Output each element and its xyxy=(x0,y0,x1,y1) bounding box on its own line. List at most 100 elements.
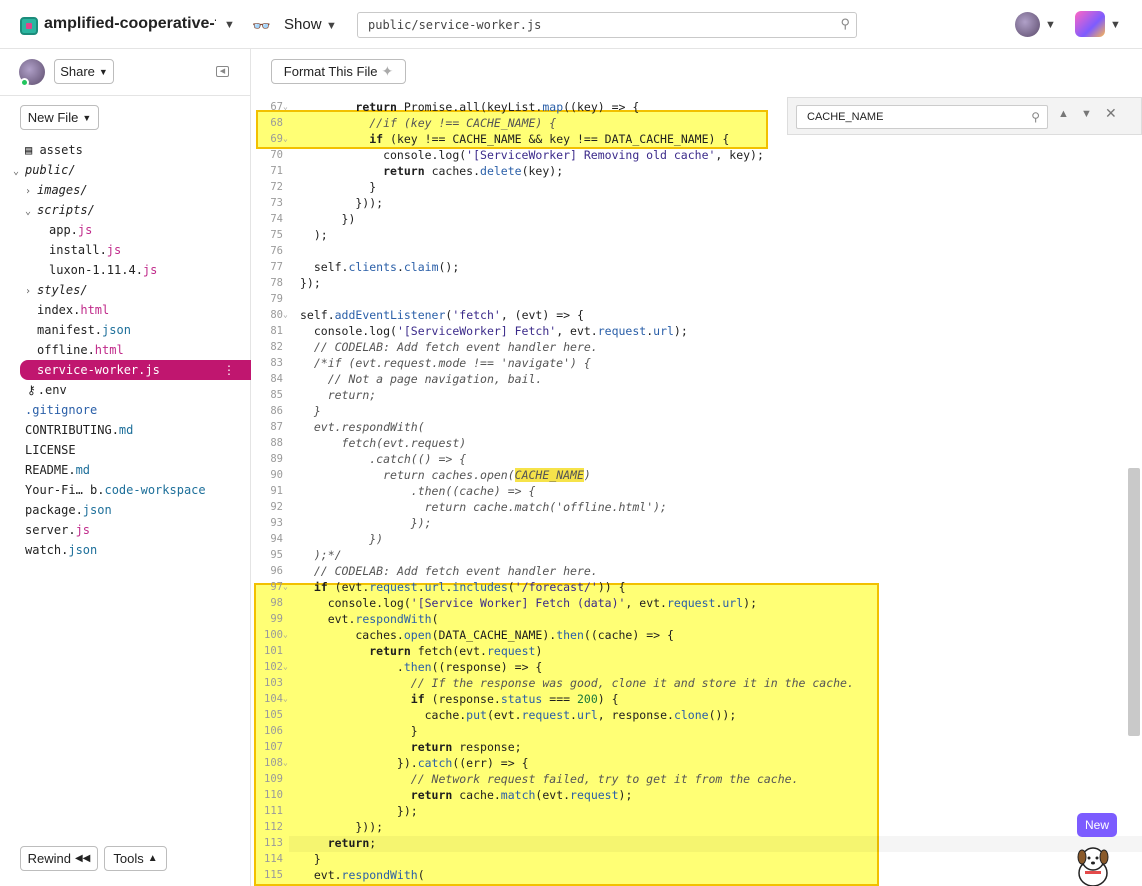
file-tree-item[interactable]: Your-Fi… b.code-workspace xyxy=(25,480,206,500)
glitch-logo-icon[interactable] xyxy=(1075,11,1105,37)
file-tree-item[interactable]: LICENSE xyxy=(25,440,76,460)
code-line[interactable]: 91 .then((cache) => { xyxy=(251,483,1142,499)
code-line[interactable]: 77 self.clients.claim(); xyxy=(251,259,1142,275)
search-icon[interactable]: ⚲ xyxy=(1031,110,1040,124)
code-line[interactable]: 87 evt.respondWith( xyxy=(251,419,1142,435)
code-line[interactable]: 114 } xyxy=(251,851,1142,867)
code-line[interactable]: 86 } xyxy=(251,403,1142,419)
previous-match-icon[interactable]: ▲ xyxy=(1058,108,1069,120)
code-line[interactable]: 111 }); xyxy=(251,803,1142,819)
chevron-down-icon[interactable]: ▼ xyxy=(326,20,337,32)
close-icon[interactable]: ✕ xyxy=(1105,105,1117,122)
code-line[interactable]: 99 evt.respondWith( xyxy=(251,611,1142,627)
chevron-right-icon[interactable]: › xyxy=(25,282,37,302)
file-tree-item[interactable]: install.js xyxy=(49,240,121,260)
fold-chevron-icon[interactable]: ⌄ xyxy=(283,99,288,115)
code-line[interactable]: 71 return caches.delete(key); xyxy=(251,163,1142,179)
show-button-label[interactable]: Show xyxy=(284,16,322,33)
chevron-down-icon[interactable]: ⌄ xyxy=(13,162,25,182)
file-tree-item[interactable]: manifest.json xyxy=(37,320,131,340)
file-tree-item[interactable]: service-worker.js ⋮ xyxy=(20,360,251,380)
project-logo-icon[interactable] xyxy=(20,17,38,35)
code-line[interactable]: 109 // Network request failed, try to ge… xyxy=(251,771,1142,787)
code-line[interactable]: 98 console.log('[Service Worker] Fetch (… xyxy=(251,595,1142,611)
code-line[interactable]: 89 .catch(() => { xyxy=(251,451,1142,467)
find-input[interactable]: CACHE_NAME ⚲ xyxy=(796,105,1048,129)
tools-button[interactable]: Tools ▲ xyxy=(104,846,167,871)
file-tree-item[interactable]: ▤ assets xyxy=(25,140,83,160)
user-avatar[interactable] xyxy=(1015,12,1040,37)
code-line[interactable]: 106 } xyxy=(251,723,1142,739)
code-line[interactable]: 113 return; xyxy=(251,835,1142,851)
fold-chevron-icon[interactable]: ⌄ xyxy=(283,627,288,643)
code-line[interactable]: 84 // Not a page navigation, bail. xyxy=(251,371,1142,387)
new-badge[interactable]: New xyxy=(1077,813,1117,837)
code-line[interactable]: 110 return cache.match(evt.request); xyxy=(251,787,1142,803)
code-line[interactable]: 108 ⌄ }).catch((err) => { xyxy=(251,755,1142,771)
code-line[interactable]: 90 return caches.open(CACHE_NAME) xyxy=(251,467,1142,483)
share-button[interactable]: Share ▼ xyxy=(54,59,114,84)
file-tree-item[interactable]: offline.html xyxy=(37,340,124,360)
code-line[interactable]: 107 return response; xyxy=(251,739,1142,755)
file-tree-item[interactable]: CONTRIBUTING.md xyxy=(25,420,133,440)
file-tree-item[interactable]: ⌄ scripts/ xyxy=(25,200,95,220)
url-text[interactable]: public/service-worker.js xyxy=(368,18,541,32)
chevron-down-icon[interactable]: ▼ xyxy=(1045,19,1056,31)
code-line[interactable]: 78}); xyxy=(251,275,1142,291)
code-line[interactable]: 88 fetch(evt.request) xyxy=(251,435,1142,451)
file-tree-item[interactable]: luxon-1.11.4.js xyxy=(49,260,157,280)
code-line[interactable]: 101 return fetch(evt.request) xyxy=(251,643,1142,659)
file-tree-item[interactable]: README.md xyxy=(25,460,90,480)
chevron-down-icon[interactable]: ▼ xyxy=(224,19,235,31)
more-options-icon[interactable]: ⋮ xyxy=(223,360,235,380)
fold-chevron-icon[interactable]: ⌄ xyxy=(283,755,288,771)
chevron-right-icon[interactable]: › xyxy=(25,182,37,202)
file-tree-item[interactable]: .gitignore xyxy=(25,400,97,420)
code-line[interactable]: 75 ); xyxy=(251,227,1142,243)
code-line[interactable]: 97 ⌄ if (evt.request.url.includes('/forec… xyxy=(251,579,1142,595)
url-bar[interactable]: public/service-worker.js ⚲ xyxy=(357,12,857,38)
file-tree-item[interactable]: app.js xyxy=(49,220,92,240)
code-line[interactable]: 74 }) xyxy=(251,211,1142,227)
code-line[interactable]: 80 ⌄ self.addEventListener('fetch', (evt) … xyxy=(251,307,1142,323)
chevron-down-icon[interactable]: ▼ xyxy=(1110,19,1121,31)
fold-chevron-icon[interactable]: ⌄ xyxy=(283,579,288,595)
code-line[interactable]: 103 // If the response was good, clone i… xyxy=(251,675,1142,691)
file-tree-item[interactable]: index.html xyxy=(37,300,109,320)
code-editor[interactable]: Format This File ✦ 67 ⌄ return Promise.al… xyxy=(251,49,1142,886)
code-line[interactable]: 93 }); xyxy=(251,515,1142,531)
fold-chevron-icon[interactable]: ⌄ xyxy=(283,691,288,707)
code-line[interactable]: 82 // CODELAB: Add fetch event handler h… xyxy=(251,339,1142,355)
fold-chevron-icon[interactable]: ⌄ xyxy=(283,307,288,323)
code-line[interactable]: 79 xyxy=(251,291,1142,307)
dog-mascot-icon[interactable] xyxy=(1073,843,1113,886)
format-file-button[interactable]: Format This File ✦ xyxy=(271,59,406,84)
code-line[interactable]: 81 console.log('[ServiceWorker] Fetch', … xyxy=(251,323,1142,339)
file-tree-item[interactable]: watch.json xyxy=(25,540,97,560)
search-icon[interactable]: ⚲ xyxy=(840,16,850,32)
code-line[interactable]: 83 /*if (evt.request.mode !== 'navigate'… xyxy=(251,355,1142,371)
file-tree-item[interactable]: ⚷ .env xyxy=(27,380,67,400)
file-tree-item[interactable]: › styles/ xyxy=(25,280,88,300)
fold-chevron-icon[interactable]: ⌄ xyxy=(283,659,288,675)
code-line[interactable]: 72 } xyxy=(251,179,1142,195)
fold-chevron-icon[interactable]: ⌄ xyxy=(283,131,288,147)
code-line[interactable]: 100 ⌄ caches.open(DATA_CACHE_NAME).then((… xyxy=(251,627,1142,643)
collapse-sidebar-icon[interactable]: ◀ xyxy=(216,66,229,77)
code-line[interactable]: 105 cache.put(evt.request.url, response.… xyxy=(251,707,1142,723)
code-line[interactable]: 76 xyxy=(251,243,1142,259)
project-name[interactable]: amplified-cooperative-t… xyxy=(44,15,216,33)
code-line[interactable]: 85 return; xyxy=(251,387,1142,403)
code-line[interactable]: 104 ⌄ if (response.status === 200) { xyxy=(251,691,1142,707)
code-line[interactable]: 112 })); xyxy=(251,819,1142,835)
file-tree-item[interactable]: › images/ xyxy=(25,180,88,200)
code-line[interactable]: 92 return cache.match('offline.html'); xyxy=(251,499,1142,515)
code-line[interactable]: 102 ⌄ .then((response) => { xyxy=(251,659,1142,675)
new-file-button[interactable]: New File ▼ xyxy=(20,105,99,130)
file-tree-item[interactable]: package.json xyxy=(25,500,112,520)
vertical-scrollbar-thumb[interactable] xyxy=(1128,468,1140,736)
code-line[interactable]: 96 // CODELAB: Add fetch event handler h… xyxy=(251,563,1142,579)
chevron-down-icon[interactable]: ⌄ xyxy=(25,202,37,222)
glasses-icon[interactable]: 👓 xyxy=(252,17,271,35)
code-line[interactable]: 94 }) xyxy=(251,531,1142,547)
